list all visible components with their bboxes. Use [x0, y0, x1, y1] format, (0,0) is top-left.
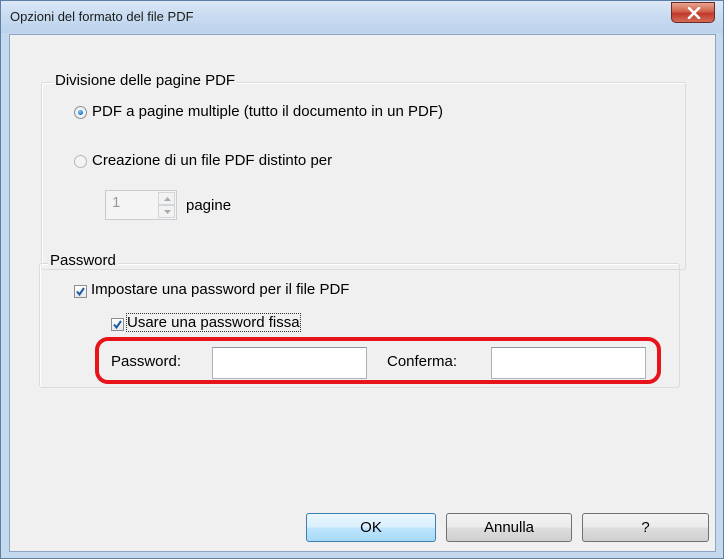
- multi-page-radio[interactable]: [74, 106, 87, 119]
- stepper-down-button[interactable]: [158, 205, 175, 218]
- pdf-pages-group-title: Divisione delle pagine PDF: [53, 72, 238, 89]
- password-group-title: Password: [48, 252, 118, 269]
- check-icon: [76, 287, 85, 296]
- stepper-up-button[interactable]: [158, 192, 175, 205]
- pages-unit-label: pagine: [186, 197, 232, 214]
- chevron-down-icon: [164, 210, 171, 214]
- dialog-window: Opzioni del formato del file PDF Divisio…: [0, 0, 724, 559]
- separate-pdf-radio-label[interactable]: Creazione di un file PDF distinto per: [92, 152, 332, 169]
- cancel-button[interactable]: Annulla: [446, 513, 572, 542]
- set-password-checkbox[interactable]: [74, 285, 87, 298]
- password-fields-highlight: [95, 337, 661, 384]
- pages-per-file-value: 1: [112, 194, 121, 211]
- dialog-body: Divisione delle pagine PDF PDF a pagine …: [9, 34, 716, 552]
- close-icon: [687, 7, 701, 19]
- radio-selected-dot: [78, 110, 83, 115]
- ok-button[interactable]: OK: [306, 513, 436, 542]
- dialog-title: Opzioni del formato del file PDF: [10, 9, 194, 24]
- set-password-label[interactable]: Impostare una password per il file PDF: [91, 281, 349, 298]
- fixed-password-checkbox[interactable]: [111, 318, 124, 331]
- help-button[interactable]: ?: [582, 513, 709, 542]
- separate-pdf-radio[interactable]: [74, 155, 87, 168]
- chevron-up-icon: [164, 197, 171, 201]
- multi-page-radio-label[interactable]: PDF a pagine multiple (tutto il document…: [92, 103, 443, 120]
- pages-per-file-stepper[interactable]: 1: [105, 190, 177, 220]
- check-icon: [113, 320, 122, 329]
- close-button[interactable]: [671, 2, 715, 23]
- title-bar[interactable]: Opzioni del formato del file PDF: [1, 1, 723, 33]
- fixed-password-label[interactable]: Usare una password fissa: [126, 313, 301, 332]
